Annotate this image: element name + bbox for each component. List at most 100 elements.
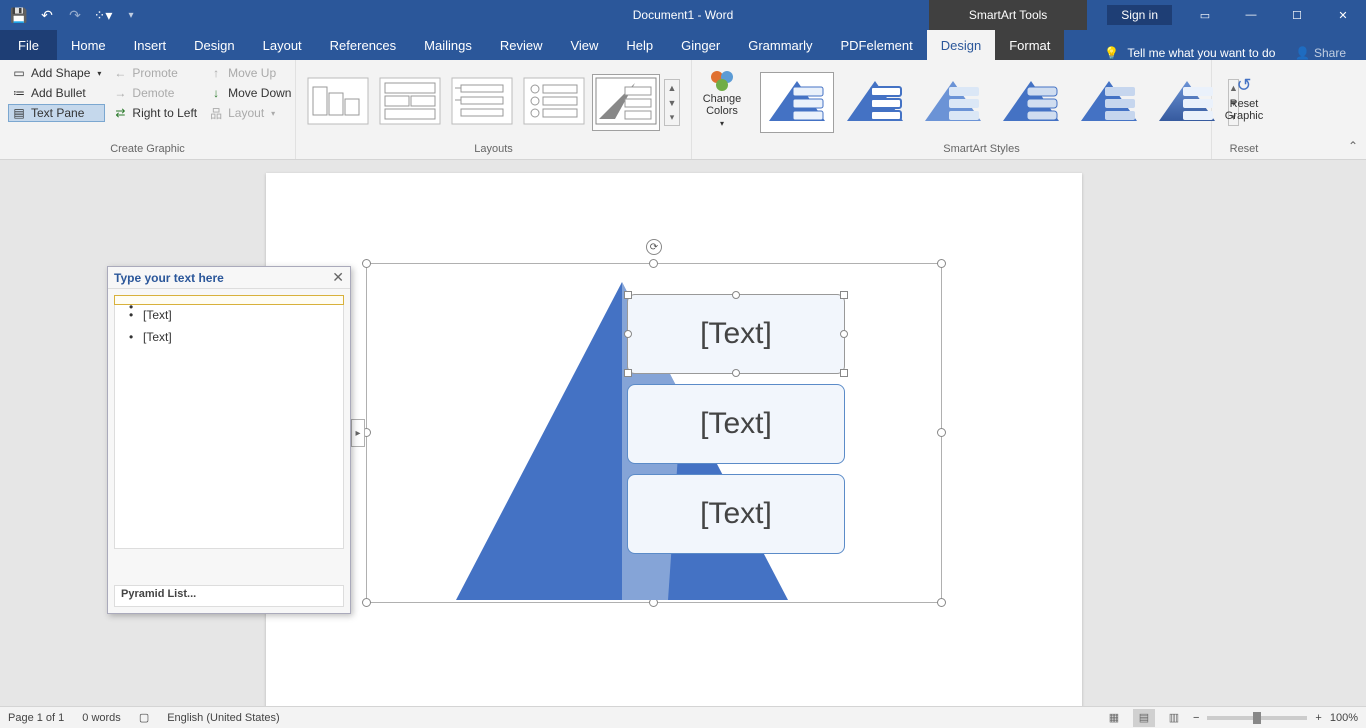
undo-icon[interactable]: ↶ [36,4,58,26]
resize-handle[interactable] [624,369,632,377]
text-pane[interactable]: Type your text here ✕ [Text] [Text] Pyra… [107,266,351,614]
resize-handle[interactable] [840,369,848,377]
zoom-thumb[interactable] [1253,712,1261,724]
tab-file[interactable]: File [0,30,57,60]
layout-option-4[interactable] [520,74,588,131]
word-count[interactable]: 0 words [82,712,121,724]
resize-handle[interactable] [362,598,371,607]
smartart-text-1[interactable]: [Text] [627,294,845,374]
sign-in-button[interactable]: Sign in [1107,5,1172,25]
touch-mode-icon[interactable]: ⁘▾ [92,4,114,26]
change-colors-icon [709,69,735,91]
collapse-ribbon-icon[interactable]: ⌃ [1348,139,1358,153]
text-pane-item[interactable] [115,296,343,304]
resize-handle[interactable] [937,598,946,607]
group-label-layouts: Layouts [304,141,683,159]
zoom-level[interactable]: 100% [1330,712,1358,724]
tab-smartart-design[interactable]: Design [927,30,995,60]
resize-handle[interactable] [732,291,740,299]
tab-help[interactable]: Help [612,30,667,60]
tab-layout[interactable]: Layout [249,30,316,60]
style-option-4[interactable] [994,72,1068,133]
maximize-icon[interactable]: ☐ [1274,0,1320,30]
smartart-selection-box[interactable]: ⟳ ▸ [Text] [366,263,942,603]
text-pane-item[interactable]: [Text] [115,304,343,326]
move-down-button[interactable]: ↓Move Down [205,84,295,102]
layouts-gallery-spinner[interactable]: ▲ ▼ ▾ [664,79,680,126]
minimize-icon[interactable]: — [1228,0,1274,30]
tab-mailings[interactable]: Mailings [410,30,486,60]
tab-design[interactable]: Design [180,30,248,60]
resize-handle[interactable] [649,259,658,268]
change-colors-button[interactable]: Change Colors ▾ [700,64,744,132]
smartart-text-2[interactable]: [Text] [627,384,845,464]
language-indicator[interactable]: English (United States) [167,712,280,724]
text-pane-toggle[interactable]: ▸ [351,419,365,447]
share-button[interactable]: 👤 Share [1295,46,1346,60]
layout-option-pyramid-list[interactable] [592,74,660,131]
save-icon[interactable]: 💾 [8,4,30,26]
tab-references[interactable]: References [316,30,410,60]
right-to-left-button[interactable]: ⇄Right to Left [109,104,201,122]
text-pane-button[interactable]: ▤Text Pane [8,104,105,122]
layout-option-3[interactable] [448,74,516,131]
group-create-graphic: ▭Add Shape▾ ≔Add Bullet ▤Text Pane ←Prom… [0,60,296,159]
text-pane-close-icon[interactable]: ✕ [332,269,344,286]
add-bullet-button[interactable]: ≔Add Bullet [8,84,105,102]
resize-handle[interactable] [624,291,632,299]
rotate-handle[interactable]: ⟳ [646,239,662,255]
resize-handle[interactable] [362,259,371,268]
style-option-1[interactable] [760,72,834,133]
close-icon[interactable]: ✕ [1320,0,1366,30]
text-pane-footer[interactable]: Pyramid List... [114,585,344,607]
page[interactable]: ⟳ ▸ [Text] [266,173,1082,713]
tab-view[interactable]: View [556,30,612,60]
promote-button[interactable]: ←Promote [109,64,201,82]
tab-home[interactable]: Home [57,30,120,60]
print-layout-icon[interactable]: ▤ [1133,709,1155,727]
page-indicator[interactable]: Page 1 of 1 [8,712,64,724]
layout-button[interactable]: 品Layout▾ [205,104,295,122]
add-shape-button[interactable]: ▭Add Shape▾ [8,64,105,82]
resize-handle[interactable] [624,330,632,338]
tell-me[interactable]: 💡 Tell me what you want to do [1104,46,1275,60]
demote-button[interactable]: →Demote [109,84,201,102]
resize-handle[interactable] [937,428,946,437]
qat-dropdown-icon[interactable]: ▾ [120,4,142,26]
tab-insert[interactable]: Insert [120,30,181,60]
text-pane-item[interactable]: [Text] [115,326,343,348]
smartart-tools-label: SmartArt Tools [929,0,1087,30]
tab-review[interactable]: Review [486,30,557,60]
move-up-button[interactable]: ↑Move Up [205,64,295,82]
chevron-up-icon[interactable]: ▲ [665,80,679,95]
tab-ginger[interactable]: Ginger [667,30,734,60]
proofing-icon[interactable]: ▢ [139,711,149,724]
resize-handle[interactable] [840,330,848,338]
zoom-out-icon[interactable]: − [1193,712,1199,724]
chevron-down-icon[interactable]: ▼ [665,95,679,110]
zoom-in-icon[interactable]: + [1315,712,1321,724]
style-option-2[interactable] [838,72,912,133]
web-layout-icon[interactable]: ▥ [1163,709,1185,727]
layout-option-1[interactable] [304,74,372,131]
style-option-5[interactable] [1072,72,1146,133]
text-pane-icon: ▤ [12,106,26,120]
reset-graphic-button[interactable]: ↺ Reset Graphic [1220,64,1268,132]
redo-icon[interactable]: ↷ [64,4,86,26]
text-pane-title: Type your text here [114,271,224,285]
read-mode-icon[interactable]: ▦ [1103,709,1125,727]
resize-handle[interactable] [840,291,848,299]
tab-grammarly[interactable]: Grammarly [734,30,826,60]
zoom-slider[interactable] [1207,716,1307,720]
tab-pdfelement[interactable]: PDFelement [826,30,926,60]
resize-handle[interactable] [732,369,740,377]
text-pane-title-bar[interactable]: Type your text here ✕ [108,267,350,289]
smartart-text-3[interactable]: [Text] [627,474,845,554]
style-option-3[interactable] [916,72,990,133]
tab-smartart-format[interactable]: Format [995,30,1064,60]
document-area: ⟳ ▸ [Text] [0,160,1366,706]
ribbon-display-icon[interactable]: ▭ [1182,0,1228,30]
resize-handle[interactable] [937,259,946,268]
layout-option-2[interactable] [376,74,444,131]
expand-gallery-icon[interactable]: ▾ [665,110,679,125]
